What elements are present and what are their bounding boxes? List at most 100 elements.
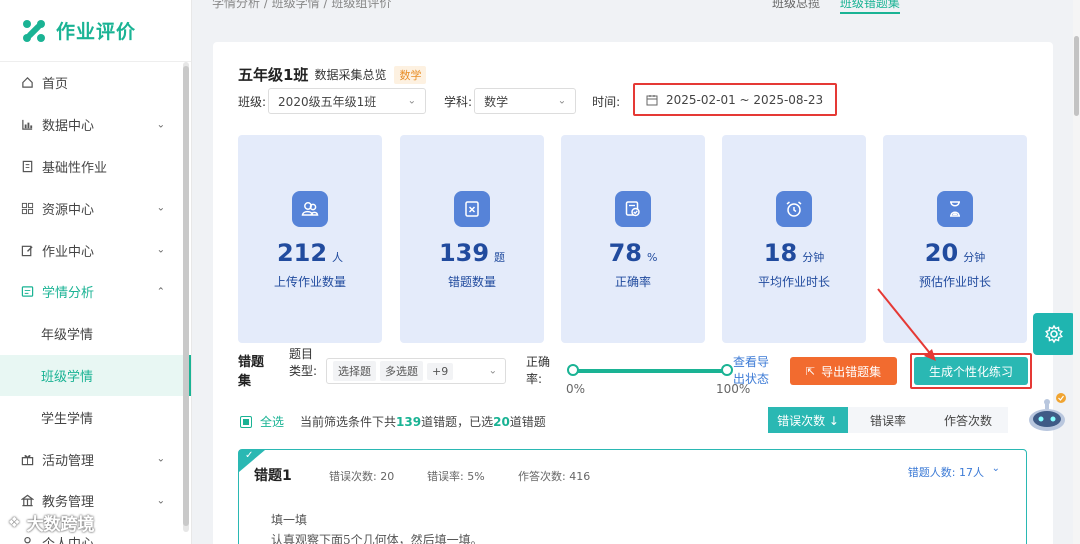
type-tag[interactable]: 选择题 [333, 361, 376, 381]
sidebar-item-resource-center[interactable]: 资源中心 ⌄ [0, 187, 191, 229]
sidebar-item-basic-homework[interactable]: 基础性作业 [0, 146, 191, 188]
stat-card-avg-duration: 18 分钟 平均作业时长 [722, 135, 866, 343]
selected-count: 20 [493, 415, 510, 429]
accuracy-slider-track[interactable] [571, 369, 727, 373]
subject-filter-label: 学科: [444, 94, 473, 109]
calendar-icon [646, 95, 658, 106]
sidebar-item-analysis[interactable]: 学情分析 ⌃ [0, 271, 191, 313]
stat-unit: 人 [332, 251, 344, 264]
sort-by-wrong-rate[interactable]: 错误率 [848, 407, 928, 433]
subject-badge: 数学 [394, 65, 427, 84]
chevron-down-icon: ⌄ [156, 453, 165, 465]
accuracy-min-label: 0% [566, 382, 586, 396]
stat-unit: 分钟 [802, 251, 825, 264]
edit-icon [20, 243, 34, 257]
wrong-people-toggle[interactable]: 错题人数: 17人 [908, 464, 984, 480]
time-filter-label: 时间: [592, 94, 621, 109]
sort-by-answer-count[interactable]: 作答次数 [928, 407, 1008, 433]
main-panel: 五年级1班 数据采集总览 数学 班级: 2020级五年级1班 ⌄ 学科: 数学 … [213, 42, 1053, 544]
summary-text: 道错题 [509, 415, 546, 429]
stat-value: 18 [763, 239, 798, 267]
stat-label: 预估作业时长 [918, 275, 991, 289]
wrong-icon [454, 191, 490, 227]
home-icon [20, 76, 34, 90]
chevron-down-icon: ⌄ [156, 244, 165, 256]
sidebar-menu: 首页 数据中心 ⌄ 基础性作业 资源中心 ⌄ 作业中心 ⌄ 学情分析 ⌃ 年级学… [0, 62, 191, 544]
question-type-select[interactable]: 选择题 多选题 +9 ⌄ [326, 358, 506, 384]
selection-summary: 当前筛选条件下共139道错题，已选20道错题 [300, 413, 546, 430]
gift-icon [20, 452, 34, 466]
select-all-label[interactable]: 全选 [260, 413, 284, 430]
grid-icon [20, 201, 34, 215]
stat-unit: 分钟 [963, 251, 986, 264]
chevron-up-icon: ⌃ [156, 286, 165, 298]
stat-value: 139 [438, 239, 490, 267]
accuracy-label: 正确率: [526, 355, 551, 386]
page-title-row: 五年级1班 数据采集总览 数学 [238, 64, 427, 85]
page-scrollbar[interactable] [1074, 36, 1079, 116]
watermark-logo-icon: ❖ [8, 514, 21, 531]
tab-class-overview[interactable]: 班级总揽 [772, 0, 820, 10]
summary-text: 当前筛选条件下共 [300, 415, 397, 429]
wrong-rate: 错误率: 5% [427, 470, 485, 483]
sidebar-item-grade-analysis[interactable]: 年级学情 [0, 313, 191, 355]
stat-card-accuracy: 78% 正确率 [561, 135, 705, 343]
document-icon [20, 159, 34, 173]
page-subtitle: 数据采集总览 [314, 68, 387, 82]
chevron-down-icon: ⌄ [156, 202, 165, 214]
sort-tabs: 错误次数 ↓ 错误率 作答次数 [768, 407, 1008, 433]
question-type: 填一填 [271, 513, 308, 527]
type-tag[interactable]: 多选题 [380, 361, 423, 381]
date-range-value: 2025-02-01 ~ 2025-08-23 [666, 93, 824, 107]
sidebar-item-class-analysis[interactable]: 班级学情 [0, 354, 191, 397]
type-tag-more: +9 [427, 362, 454, 380]
sidebar-item-activity[interactable]: 活动管理 ⌄ [0, 438, 191, 480]
sidebar-item-label: 资源中心 [42, 202, 95, 218]
date-range-picker[interactable]: 2025-02-01 ~ 2025-08-23 [638, 88, 832, 112]
sidebar-item-label: 作业中心 [42, 244, 95, 260]
question-card[interactable]: ✓ 错题1 错误次数: 20 错误率: 5% 作答次数: 416 错题人数: 1… [238, 449, 1027, 544]
page-title: 五年级1班 [238, 66, 309, 84]
class-select-value: 2020级五年级1班 [278, 94, 377, 109]
users-icon [292, 191, 328, 227]
generate-practice-button[interactable]: 生成个性化练习 [914, 357, 1028, 385]
app-logo[interactable]: 作业评价 [0, 0, 191, 62]
sidebar-item-home[interactable]: 首页 [0, 62, 191, 104]
accuracy-slider-min-handle[interactable] [567, 364, 579, 376]
export-error-set-button[interactable]: ⇱ 导出错题集 [790, 357, 897, 385]
chevron-down-icon: ⌄ [488, 365, 497, 377]
sidebar-item-homework-center[interactable]: 作业中心 ⌄ [0, 229, 191, 271]
select-all-checkbox[interactable] [240, 416, 252, 428]
subject-select[interactable]: 数学 ⌄ [474, 88, 577, 114]
question-description: 认真观察下面5个几何体，然后填一填。 [271, 533, 483, 544]
stat-label: 上传作业数量 [273, 275, 346, 289]
sidebar-item-label: 学生学情 [41, 411, 94, 427]
assistant-robot-icon[interactable] [1025, 392, 1071, 438]
check-icon: ✓ [245, 450, 254, 461]
class-select[interactable]: 2020级五年级1班 ⌄ [268, 88, 427, 114]
building-icon [20, 494, 34, 508]
export-status-link[interactable]: 查看导出状态 [733, 354, 773, 388]
chart-icon [20, 118, 34, 132]
sidebar-item-label: 首页 [42, 77, 69, 93]
sidebar-item-data-center[interactable]: 数据中心 ⌄ [0, 104, 191, 146]
total-count: 139 [396, 415, 422, 429]
tab-class-error-set[interactable]: 班级错题集 [839, 0, 900, 14]
chevron-down-icon: ⌄ [557, 95, 567, 107]
sidebar: 作业评价 首页 数据中心 ⌄ 基础性作业 资源中心 ⌄ 作业中心 ⌄ 学情分析 [0, 0, 192, 544]
stat-value: 78 [608, 239, 642, 267]
chevron-down-icon[interactable]: ⌄ [992, 463, 1000, 474]
sidebar-item-student-analysis[interactable]: 学生学情 [0, 396, 191, 438]
correct-icon [615, 191, 651, 227]
stat-label: 错题数量 [447, 275, 496, 289]
settings-button[interactable] [1033, 313, 1075, 355]
export-icon: ⇱ [805, 364, 816, 378]
sort-by-wrong-count[interactable]: 错误次数 ↓ [768, 407, 848, 433]
sidebar-item-label: 学情分析 [42, 286, 95, 302]
stat-value: 212 [276, 239, 328, 267]
sidebar-scrollbar[interactable] [183, 66, 189, 526]
accuracy-slider-max-handle[interactable] [721, 364, 733, 376]
stat-unit: 题 [494, 251, 506, 264]
stat-value: 20 [924, 239, 959, 267]
stat-card-uploads: 212 人 上传作业数量 [238, 135, 382, 343]
